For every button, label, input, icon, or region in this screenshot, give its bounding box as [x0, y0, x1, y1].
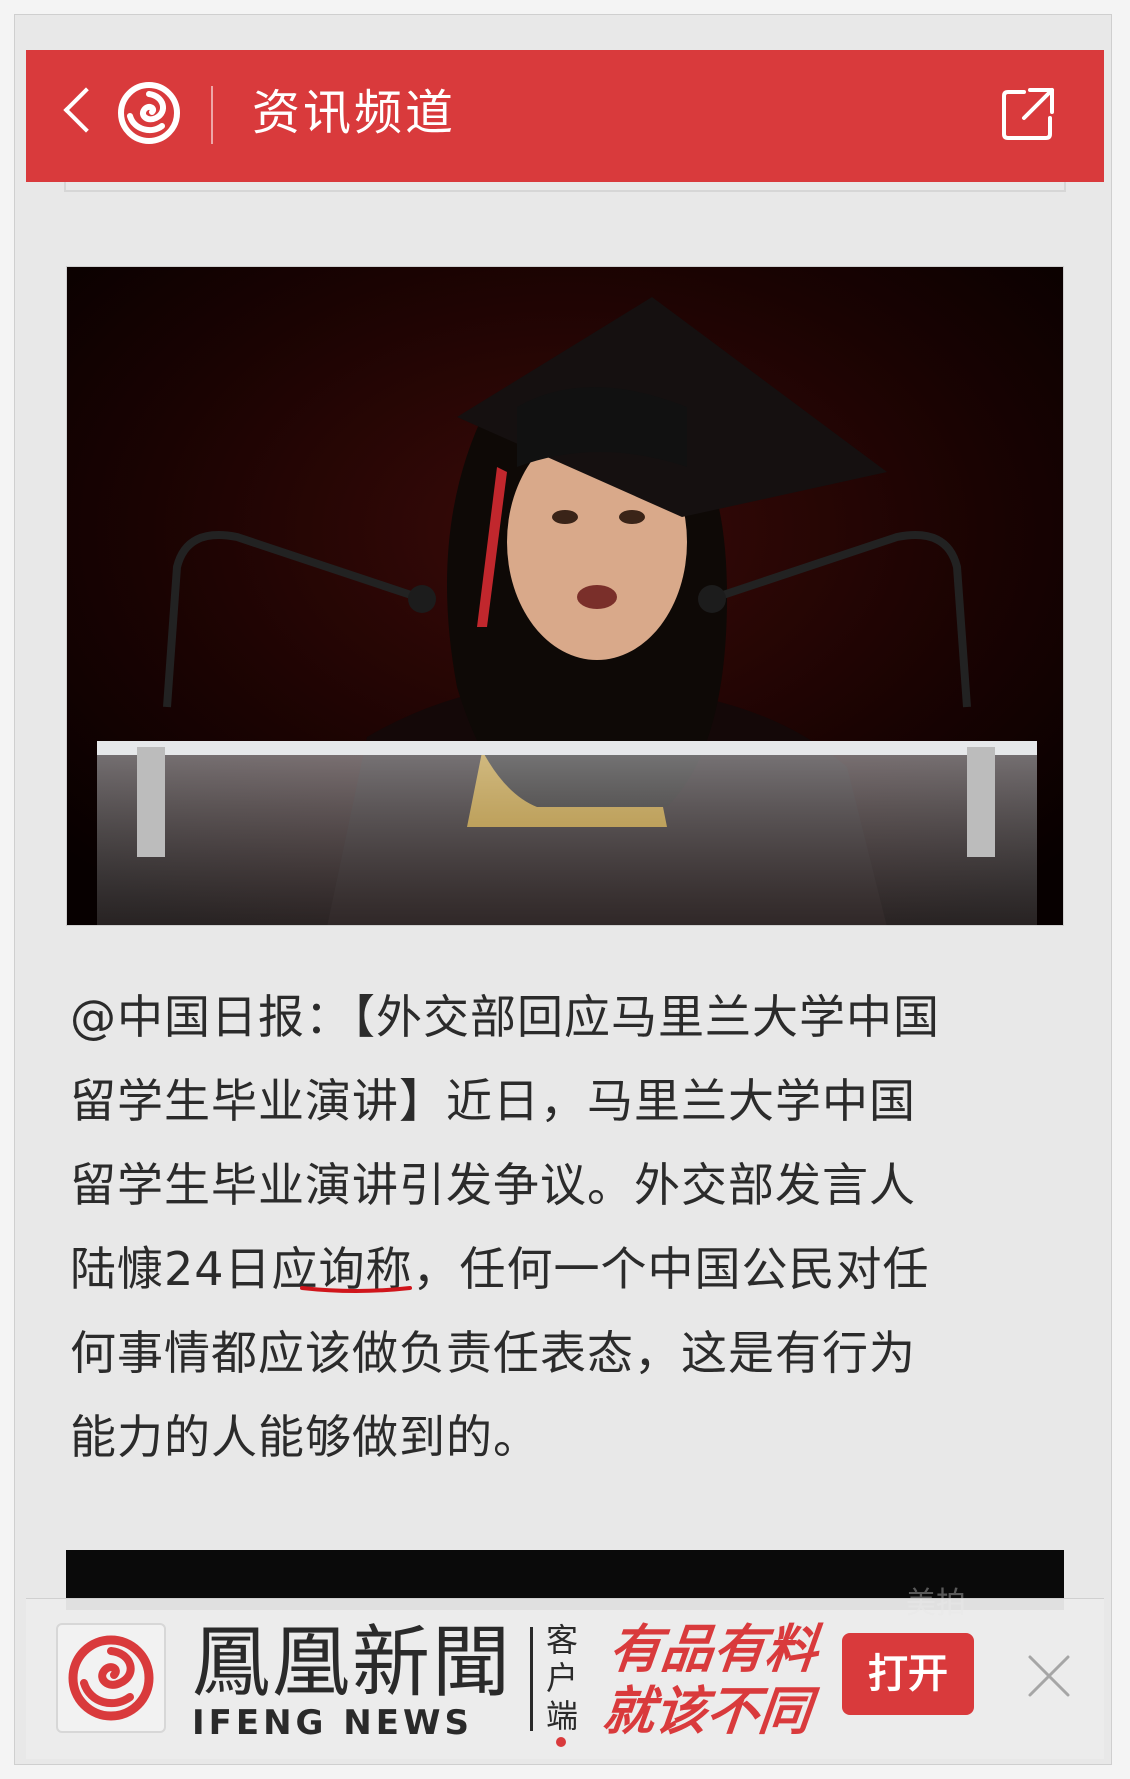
brand-name-chinese: 鳳凰新聞	[192, 1618, 513, 1708]
slogan-line: 就该不同	[599, 1682, 814, 1742]
article-line: 能力的人能够做到的。	[70, 1410, 540, 1464]
brand-divider	[530, 1627, 533, 1731]
red-dot	[556, 1737, 566, 1747]
open-app-button[interactable]: 打开	[842, 1633, 974, 1715]
article-line: 何事情都应该做负责任表态，这是有行为	[70, 1326, 916, 1380]
ifeng-phoenix-logo	[68, 1635, 154, 1721]
red-underline-annotation	[300, 1286, 412, 1293]
slogan: 有品有料 就该不同	[599, 1619, 842, 1743]
client-label: 客户端	[546, 1621, 579, 1735]
header-divider	[211, 86, 213, 144]
article-line: 留学生毕业演讲】近日，马里兰大学中国	[70, 1074, 916, 1128]
close-icon[interactable]	[1024, 1651, 1074, 1701]
app-download-banner[interactable]: 鳳凰新聞 IFENG NEWS 客户端 有品有料 就该不同 打开	[26, 1598, 1104, 1759]
article-line: 陆慷24日应询称，任何一个中国公民对任	[70, 1242, 930, 1296]
article-line: 留学生毕业演讲引发争议。外交部发言人	[70, 1158, 916, 1212]
brand-name-english: IFENG NEWS	[192, 1703, 473, 1743]
previous-card-edge	[64, 182, 1066, 192]
ifeng-phoenix-logo[interactable]	[118, 82, 180, 144]
article-line: @中国日报：【外交部回应马里兰大学中国	[70, 990, 940, 1044]
slogan-line: 有品有料	[606, 1620, 821, 1680]
page-title: 资讯频道	[252, 85, 457, 141]
app-logo-box	[56, 1623, 166, 1733]
article-text: @中国日报：【外交部回应马里兰大学中国 留学生毕业演讲】近日，马里兰大学中国 留…	[70, 975, 1070, 1479]
speaker-at-podium-image	[67, 267, 1063, 925]
article-photo[interactable]	[66, 266, 1064, 926]
chevron-left-icon[interactable]	[63, 87, 109, 133]
share-external-icon[interactable]	[1000, 86, 1056, 142]
top-header-bar: 资讯频道	[26, 50, 1104, 182]
